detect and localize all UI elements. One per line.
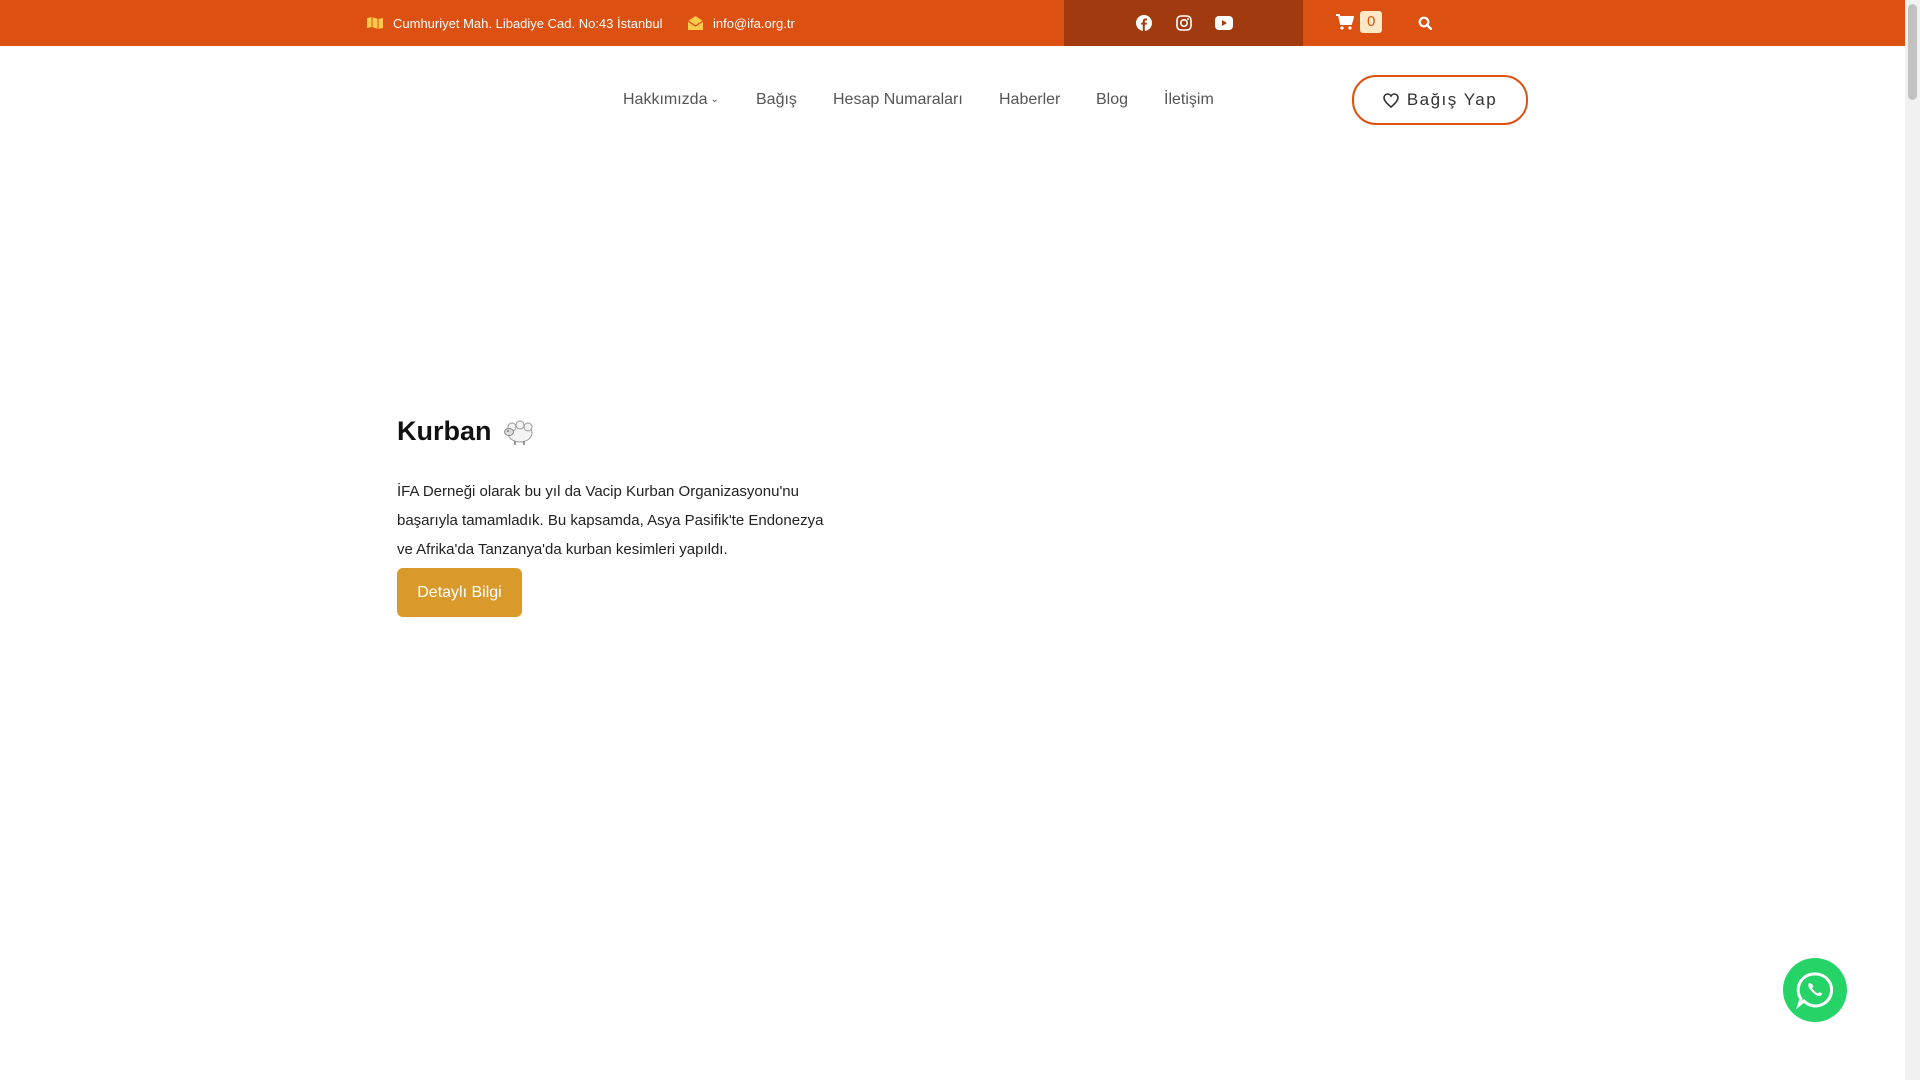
donate-button[interactable]: Bağış Yap (1352, 75, 1528, 125)
nav-item-contact[interactable]: İletişim (1164, 80, 1214, 120)
nav-item-donation[interactable]: Bağış (756, 80, 797, 120)
nav-item-accounts[interactable]: Hesap Numaraları (833, 80, 963, 120)
sheep-icon (503, 420, 532, 445)
email-text[interactable]: info@ifa.org.tr (713, 16, 795, 31)
hero-heading: Kurban (397, 416, 536, 447)
social-links (1064, 0, 1303, 46)
hero-description: İFA Derneği olarak bu yıl da Vacip Kurba… (397, 483, 824, 558)
nav-item-label: Hakkımızda (623, 91, 708, 109)
top-bar: Cumhuriyet Mah. Libadiye Cad. No:43 İsta… (0, 0, 1905, 46)
search-icon[interactable] (1418, 13, 1438, 33)
heart-icon (1383, 92, 1399, 108)
nav-item-blog[interactable]: Blog (1096, 80, 1128, 120)
cart-count-badge: 0 (1360, 11, 1383, 33)
scrollbar-thumb[interactable] (1908, 4, 1917, 100)
scrollbar[interactable] (1905, 0, 1920, 1080)
envelope-open-icon (688, 16, 703, 30)
address-info: Cumhuriyet Mah. Libadiye Cad. No:43 İsta… (367, 0, 663, 46)
cart-icon (1336, 14, 1354, 30)
whatsapp-button[interactable] (1783, 958, 1847, 1022)
nav-item-news[interactable]: Haberler (999, 80, 1060, 120)
youtube-icon[interactable] (1213, 12, 1235, 34)
whatsapp-icon (1795, 972, 1834, 1010)
instagram-icon[interactable] (1173, 12, 1195, 34)
cart-button[interactable]: 0 (1336, 11, 1383, 33)
donate-button-label: Bağış Yap (1406, 90, 1498, 109)
nav-item-about[interactable]: Hakkımızda ⌄ (623, 80, 719, 120)
details-button[interactable]: Detaylı Bilgi (397, 568, 522, 617)
page-title: Kurban (397, 416, 492, 446)
chevron-down-icon: ⌄ (710, 94, 719, 105)
map-icon (367, 17, 383, 29)
email-info[interactable]: info@ifa.org.tr (688, 0, 795, 46)
facebook-icon[interactable] (1133, 12, 1155, 34)
address-text: Cumhuriyet Mah. Libadiye Cad. No:43 İsta… (393, 15, 663, 31)
